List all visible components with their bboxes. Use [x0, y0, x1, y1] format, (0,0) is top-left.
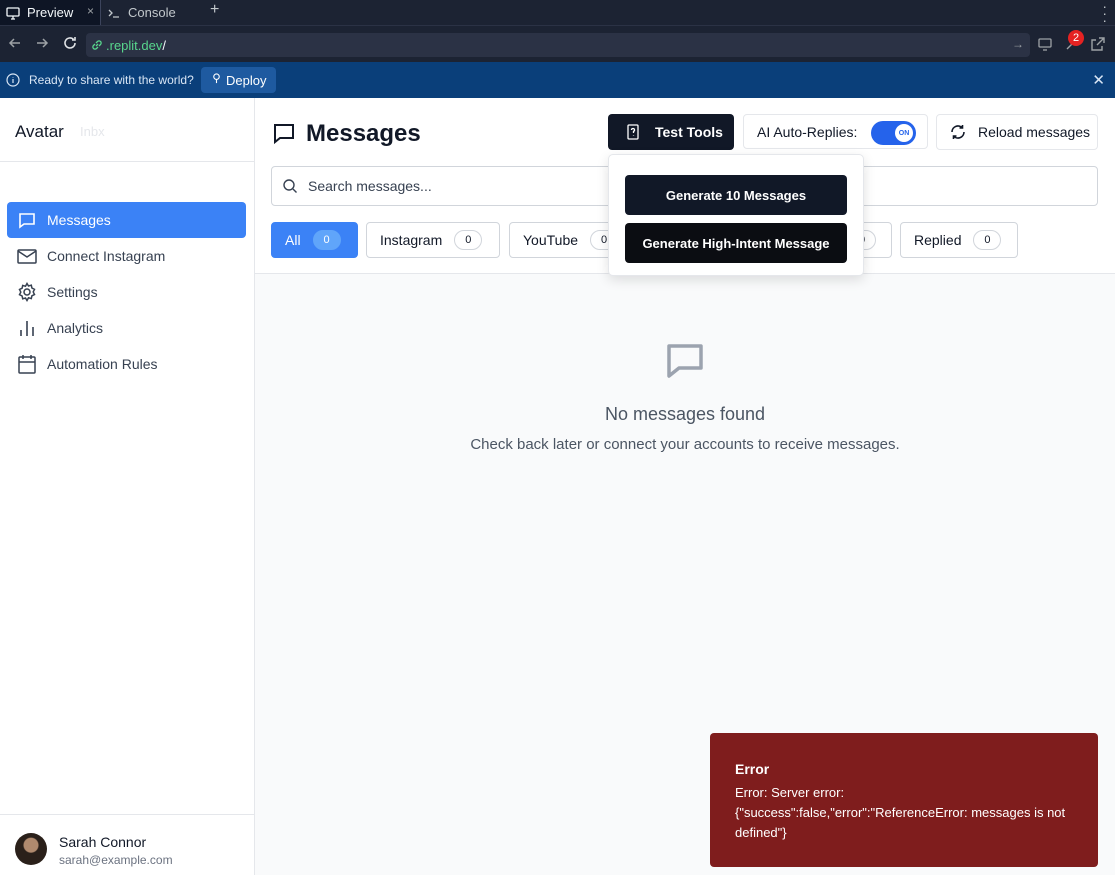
- sidebar-item-label: Analytics: [47, 320, 104, 336]
- user-name: Sarah Connor: [59, 834, 147, 850]
- message-square-icon: [17, 210, 37, 230]
- sidebar-item-automation-rules[interactable]: Automation Rules: [7, 346, 246, 382]
- filter-label: All: [285, 232, 301, 248]
- message-square-icon: [661, 338, 709, 386]
- app-logo: Avatar: [15, 122, 64, 141]
- empty-state: No messages found Check back later or co…: [255, 338, 1115, 453]
- refresh-icon[interactable]: [62, 35, 78, 51]
- tab-preview[interactable]: Preview ×: [0, 0, 100, 25]
- filter-label: Replied: [914, 232, 962, 248]
- link-icon: [90, 38, 104, 52]
- test-tools-label: Test Tools: [655, 124, 723, 140]
- browser-tab-bar: Preview × Console + · · ·: [0, 0, 1115, 27]
- external-link-icon[interactable]: [1090, 36, 1106, 57]
- deploy-banner: Ready to share with the world? Deploy ✕: [0, 62, 1115, 98]
- sidebar-item-label: Automation Rules: [47, 356, 158, 372]
- terminal-icon: [107, 6, 121, 20]
- notification-badge: 2: [1068, 30, 1084, 46]
- user-email: sarah@example.com: [59, 853, 173, 867]
- calendar-icon: [17, 354, 37, 374]
- generate-high-intent-message-button[interactable]: Generate High-Intent Message: [625, 223, 847, 263]
- filter-count: 0: [454, 230, 483, 250]
- tab-label: Console: [128, 5, 176, 20]
- deploy-message: Ready to share with the world?: [29, 73, 194, 87]
- deploy-label: Deploy: [226, 72, 267, 88]
- generate-10-messages-button[interactable]: Generate 10 Messages: [625, 175, 847, 215]
- search-icon: [282, 178, 298, 194]
- toggle-knob: ON: [895, 124, 913, 142]
- back-icon[interactable]: [7, 35, 23, 51]
- sidebar: Avatar Inbx Messages Connect Instagram S…: [0, 98, 255, 875]
- filter-label: YouTube: [523, 232, 579, 248]
- test-tools-dropdown: Generate 10 Messages Generate High-Inten…: [608, 154, 864, 276]
- reload-label: Reload messages: [978, 124, 1091, 140]
- auto-replies-toggle[interactable]: ON: [871, 121, 916, 145]
- close-icon[interactable]: ✕: [1092, 71, 1105, 89]
- go-arrow-icon[interactable]: →: [1012, 37, 1024, 51]
- filter-count: 0: [973, 230, 1002, 250]
- deploy-button[interactable]: Deploy: [201, 67, 277, 93]
- empty-state-text: Check back later or connect your account…: [470, 436, 900, 453]
- devices-icon[interactable]: [1038, 36, 1054, 57]
- sidebar-item-settings[interactable]: Settings: [7, 274, 246, 310]
- new-tab-button[interactable]: +: [210, 1, 219, 19]
- filter-label: Instagram: [380, 232, 443, 248]
- filter-all[interactable]: All 0: [271, 222, 358, 258]
- info-icon: [6, 73, 20, 87]
- gear-icon: [17, 282, 37, 302]
- reload-messages-button[interactable]: Reload messages: [936, 114, 1098, 150]
- tab-console[interactable]: Console: [101, 0, 201, 25]
- filter-count: 0: [312, 230, 341, 250]
- sidebar-item-label: Messages: [47, 212, 111, 228]
- url-input[interactable]: .replit.dev / →: [86, 33, 1030, 57]
- user-profile[interactable]: Sarah Connor sarah@example.com: [0, 814, 255, 875]
- tab-label: Preview: [27, 5, 74, 20]
- sidebar-item-label: Connect Instagram: [47, 248, 166, 264]
- auto-replies-label: AI Auto-Replies:: [757, 123, 858, 140]
- mail-icon: [17, 246, 37, 266]
- sidebar-item-label: Settings: [47, 284, 98, 300]
- close-tab-icon[interactable]: ×: [87, 4, 94, 18]
- sidebar-divider: [0, 161, 255, 162]
- test-tools-button[interactable]: Test Tools: [608, 114, 734, 150]
- sidebar-item-messages[interactable]: Messages: [7, 202, 246, 238]
- filter-instagram[interactable]: Instagram 0: [366, 222, 500, 258]
- filter-replied[interactable]: Replied 0: [900, 222, 1018, 258]
- monitor-icon: [6, 6, 20, 20]
- error-toast[interactable]: Error Error: Server error: {"success":fa…: [710, 733, 1098, 867]
- sidebar-nav: Messages Connect Instagram Settings Anal…: [7, 202, 246, 382]
- empty-state-heading: No messages found: [604, 404, 766, 424]
- bar-chart-icon: [17, 318, 37, 338]
- url-domain: .replit.dev: [106, 37, 163, 53]
- more-options-icon[interactable]: · · ·: [1102, 0, 1107, 27]
- message-square-icon: [272, 122, 296, 146]
- page-title-text: Messages: [306, 120, 421, 147]
- auto-replies-control: AI Auto-Replies: ON: [743, 114, 928, 149]
- sidebar-item-analytics[interactable]: Analytics: [7, 310, 246, 346]
- toast-title: Error: [735, 761, 770, 777]
- toast-body: Error: Server error: {"success":false,"e…: [735, 785, 1066, 840]
- file-question-icon: [625, 124, 641, 140]
- url-path: /: [162, 37, 166, 53]
- forward-icon[interactable]: [34, 35, 50, 51]
- url-bar: .replit.dev / →: [0, 25, 1115, 62]
- deploy-icon: [211, 73, 222, 87]
- page-title: Messages: [272, 120, 421, 148]
- avatar: [15, 833, 47, 865]
- app-logo-faded: Inbx: [80, 124, 105, 139]
- refresh-icon: [949, 123, 967, 141]
- sidebar-item-connect-instagram[interactable]: Connect Instagram: [7, 238, 246, 274]
